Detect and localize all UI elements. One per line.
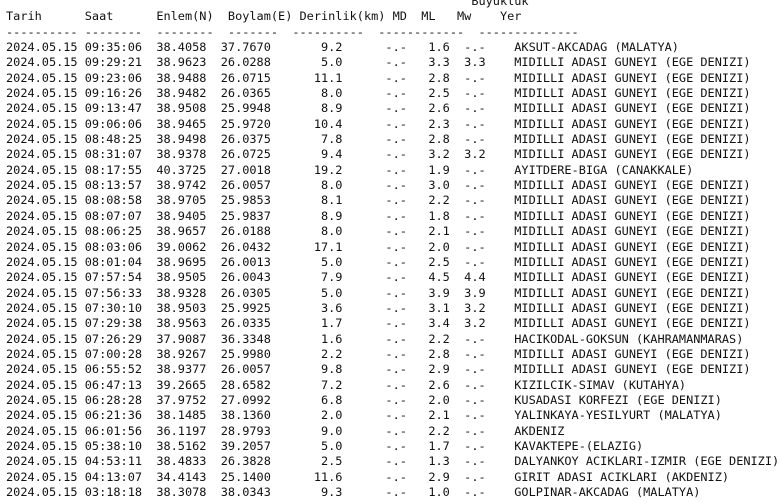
table-row: 2024.05.15 08:06:25 38.9657 26.0188 8.0 … [6, 224, 751, 239]
table-row: 2024.05.15 07:56:33 38.9328 26.0305 5.0 … [6, 285, 751, 300]
table-row: 2024.05.15 07:26:29 37.9087 36.3348 1.6 … [6, 331, 744, 346]
table-row: 2024.05.15 06:47:13 39.2665 28.6582 7.2 … [6, 377, 687, 392]
table-row: 2024.05.15 07:00:28 38.9267 25.9980 2.2 … [6, 346, 751, 361]
table-row: 2024.05.15 09:13:47 38.9508 25.9948 8.9 … [6, 101, 751, 116]
table-row: 2024.05.15 05:38:10 38.5162 39.2057 5.0 … [6, 438, 644, 453]
table-row: 2024.05.15 06:01:56 36.1197 28.9793 9.0 … [6, 423, 565, 438]
table-row: 2024.05.15 06:55:52 38.9377 26.0057 9.8 … [6, 362, 751, 377]
table-row: 2024.05.15 07:30:10 38.9503 25.9925 3.6 … [6, 300, 751, 315]
table-row: 2024.05.15 07:57:54 38.9505 26.0043 7.9 … [6, 270, 751, 285]
table-row: 2024.05.15 08:31:07 38.9378 26.0725 9.4 … [6, 147, 751, 162]
table-row: 2024.05.15 06:28:28 37.9752 27.0992 6.8 … [6, 392, 722, 407]
table-row: 2024.05.15 08:17:55 40.3725 27.0018 19.2… [6, 162, 694, 177]
table-row: 2024.05.15 09:06:06 38.9465 25.9720 10.4… [6, 116, 751, 131]
table-row: 2024.05.15 04:53:11 38.4833 26.3828 2.5 … [6, 454, 780, 469]
table-row: 2024.05.15 08:08:58 38.9705 25.9853 8.1 … [6, 193, 751, 208]
table-row: 2024.05.15 04:13:07 34.4143 25.1400 11.6… [6, 469, 730, 484]
magnitude-group-header: Buyukluk [6, 0, 529, 8]
table-row: 2024.05.15 09:16:26 38.9482 26.0365 8.0 … [6, 86, 751, 101]
table-row: 2024.05.15 09:29:21 38.9623 26.0288 5.0 … [6, 55, 751, 70]
table-row: 2024.05.15 03:18:18 38.3078 38.0343 9.3 … [6, 485, 701, 499]
table-row: 2024.05.15 09:23:06 38.9488 26.0715 11.1… [6, 70, 751, 85]
table-row: 2024.05.15 08:48:25 38.9498 26.0375 7.8 … [6, 132, 751, 147]
table-row: 2024.05.15 08:07:07 38.9405 25.9837 8.9 … [6, 208, 751, 223]
table-row: 2024.05.15 08:13:57 38.9742 26.0057 8.0 … [6, 178, 751, 193]
column-header-row: Tarih Saat Enlem(N) Boylam(E) Derinlik(k… [6, 9, 522, 24]
header-separator: ---------- -------- -------- ------- ---… [6, 24, 579, 39]
table-row: 2024.05.15 09:35:06 38.4058 37.7670 9.2 … [6, 40, 679, 55]
table-row: 2024.05.15 08:03:06 39.0062 26.0432 17.1… [6, 239, 751, 254]
table-row: 2024.05.15 06:21:36 38.1485 38.1360 2.0 … [6, 408, 722, 423]
table-row: 2024.05.15 08:01:04 38.9695 26.0013 5.0 … [6, 254, 751, 269]
table-row: 2024.05.15 07:29:38 38.9563 26.0335 1.7 … [6, 316, 751, 331]
earthquake-listing: Buyukluk Tarih Saat Enlem(N) Boylam(E) De… [6, 0, 779, 500]
